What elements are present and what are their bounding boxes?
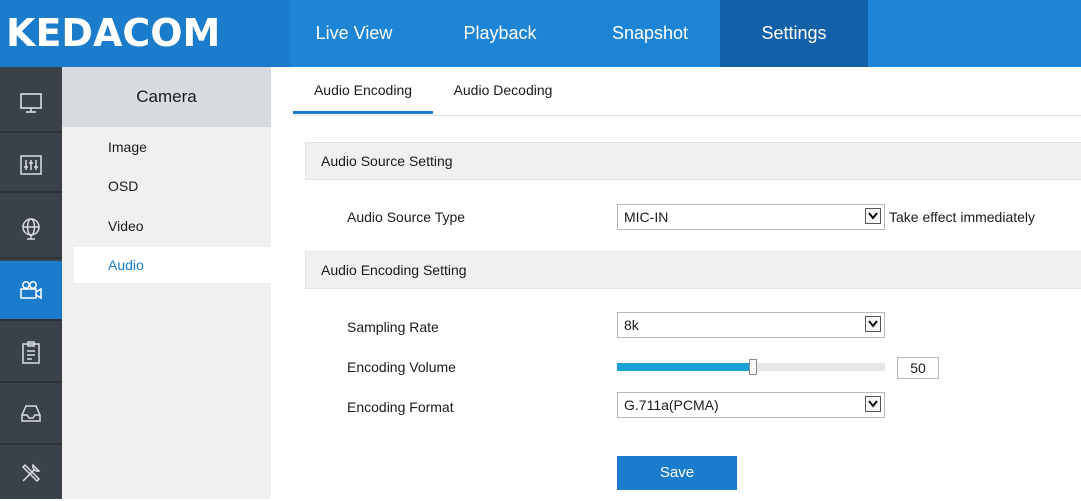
icon-divider [0,131,62,133]
sampling-rate-select[interactable]: 8k [617,312,885,338]
nav-playback[interactable]: Playback [430,0,570,67]
icon-divider [0,381,62,383]
camera-icon [20,281,42,300]
encoding-volume-input[interactable]: 50 [897,357,939,379]
chevron-down-icon [865,396,881,412]
encoding-format-select[interactable]: G.711a(PCMA) [617,392,885,418]
storage-icon [21,405,41,422]
monitor-icon-button[interactable] [0,75,62,131]
tab-audio-encoding[interactable]: Audio Encoding [293,67,433,114]
clipboard-icon [22,341,40,364]
icon-divider [0,319,62,321]
audio-source-type-select[interactable]: MIC-IN [617,204,885,230]
logo: KEDACOM [0,0,290,67]
icon-divider [0,257,62,259]
tools-icon [21,463,41,483]
sampling-rate-value: 8k [624,317,639,333]
audio-source-type-label: Audio Source Type [347,209,466,225]
globe-icon [22,218,40,240]
encoding-format-value: G.711a(PCMA) [624,397,719,413]
volume-slider-fill [617,363,751,371]
sidebar-item-image[interactable]: Image [74,129,271,165]
tools-icon-button[interactable] [0,445,62,501]
encoding-volume-slider[interactable] [617,359,885,375]
encoding-format-label: Encoding Format [347,399,454,415]
save-button[interactable]: Save [617,456,737,490]
volume-slider-handle[interactable] [749,359,757,375]
chevron-down-icon [865,208,881,224]
camera-icon-button[interactable] [0,261,62,319]
equalizer-icon [20,155,42,175]
nav-settings[interactable]: Settings [720,0,868,67]
monitor-icon [20,93,42,113]
tab-audio-decoding[interactable]: Audio Decoding [441,67,565,113]
sidebar-item-audio[interactable]: Audio [74,247,271,283]
chevron-down-icon [865,316,881,332]
sidebar-item-video[interactable]: Video [74,208,271,244]
sidebar-header: Camera [62,67,271,127]
globe-icon-button[interactable] [0,200,62,256]
audio-source-type-value: MIC-IN [624,209,669,225]
sidebar-item-osd[interactable]: OSD [74,168,271,204]
tab-bar: Audio Encoding Audio Decoding [293,67,1081,116]
nav-snapshot[interactable]: Snapshot [580,0,720,67]
nav-live-view[interactable]: Live View [290,0,418,67]
icon-divider [0,191,62,193]
storage-icon-button[interactable] [0,385,62,441]
audio-source-section-header: Audio Source Setting [305,142,1081,180]
encoding-volume-label: Encoding Volume [347,359,456,375]
equalizer-icon-button[interactable] [0,137,62,193]
clipboard-icon-button[interactable] [0,325,62,381]
audio-encoding-section-header: Audio Encoding Setting [305,251,1081,289]
settings-sidebar: Camera Image OSD Video Audio [62,67,271,499]
top-navigation-bar: KEDACOM Live View Playback Snapshot Sett… [0,0,1081,67]
sampling-rate-label: Sampling Rate [347,319,439,335]
icon-sidebar [0,67,62,499]
take-effect-note: Take effect immediately [889,209,1036,225]
